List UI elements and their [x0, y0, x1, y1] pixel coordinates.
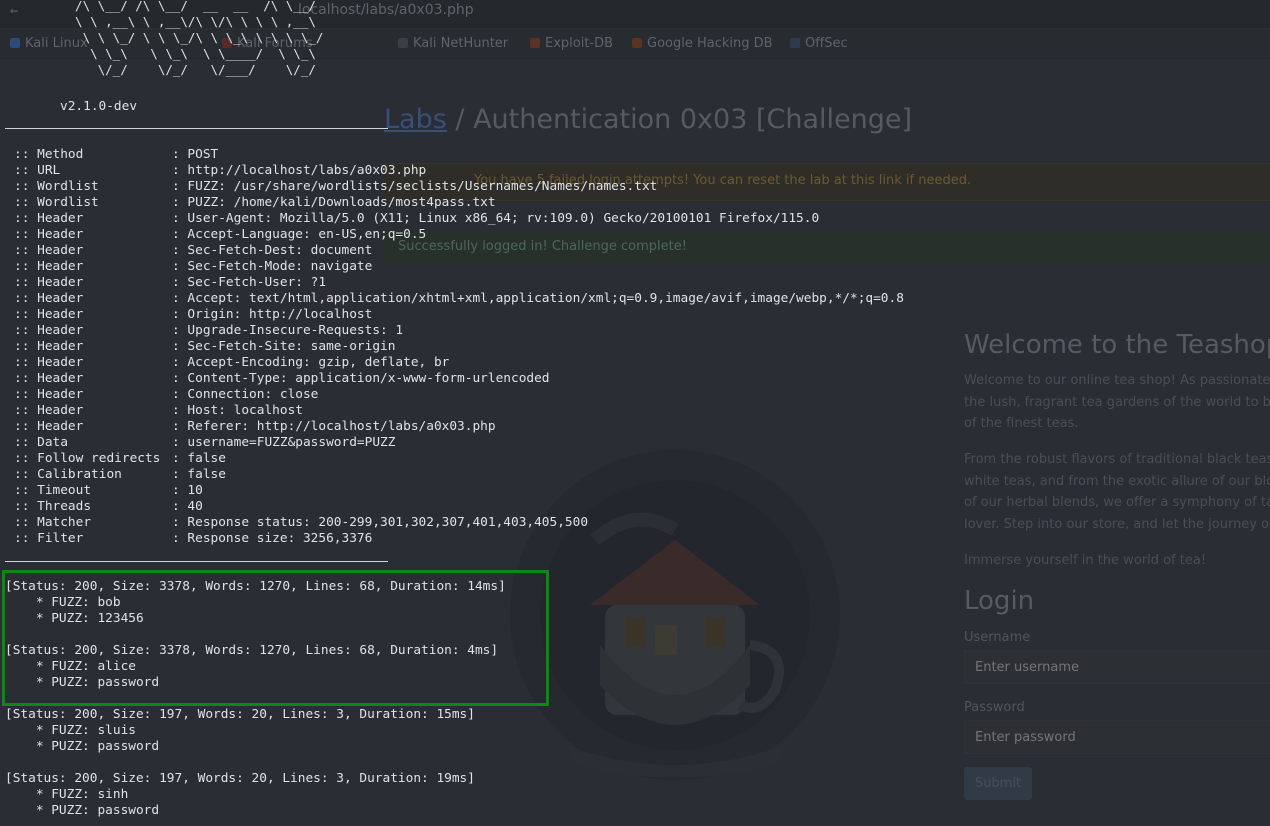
- config-key: :: Calibration: [14, 467, 122, 482]
- config-value: : Content-Type: application/x-www-form-u…: [172, 371, 550, 386]
- result-puzz: * PUZZ: 123456: [5, 611, 144, 626]
- config-key: :: Header: [14, 403, 84, 418]
- result-status: [Status: 200, Size: 197, Words: 20, Line…: [5, 771, 475, 786]
- config-value: : Accept: text/html,application/xhtml+xm…: [172, 291, 904, 306]
- config-key: :: Header: [14, 211, 84, 226]
- config-value: : PUZZ: /home/kali/Downloads/most4pass.t…: [172, 195, 496, 210]
- config-key: :: Header: [14, 387, 84, 402]
- config-value: : Sec-Fetch-Mode: navigate: [172, 259, 373, 274]
- result-fuzz: * FUZZ: sinh: [5, 787, 129, 802]
- result-puzz: * PUZZ: password: [5, 739, 160, 754]
- separator-line: [5, 561, 388, 562]
- config-value: : POST: [172, 147, 219, 162]
- config-key: :: Header: [14, 323, 84, 338]
- config-key: :: Wordlist: [14, 195, 99, 210]
- separator-line: [5, 128, 388, 129]
- config-value: : Sec-Fetch-Site: same-origin: [172, 339, 396, 354]
- config-value: : Referer: http://localhost/labs/a0x03.p…: [172, 419, 496, 434]
- config-key: :: Header: [14, 259, 84, 274]
- config-value: : User-Agent: Mozilla/5.0 (X11; Linux x8…: [172, 211, 820, 226]
- terminal-output: /\ \__/ /\ \__/ __ __ /\ \__/ \ \ ,__\ \…: [0, 0, 1270, 826]
- version-text: v2.1.0-dev: [60, 99, 138, 114]
- config-value: : Host: localhost: [172, 403, 303, 418]
- config-key: :: Header: [14, 307, 84, 322]
- config-key: :: Matcher: [14, 515, 92, 530]
- config-key: :: URL: [14, 163, 61, 178]
- config-value: : Accept-Encoding: gzip, deflate, br: [172, 355, 450, 370]
- config-value: : http://localhost/labs/a0x03.php: [172, 163, 427, 178]
- config-value: : 10: [172, 483, 203, 498]
- config-key: :: Timeout: [14, 483, 92, 498]
- result-puzz: * PUZZ: password: [5, 675, 160, 690]
- result-status: [Status: 200, Size: 3378, Words: 1270, L…: [5, 643, 499, 658]
- ffuf-ascii-banner: /\ \__/ /\ \__/ __ __ /\ \__/ \ \ ,__\ \…: [75, 0, 324, 77]
- config-value: : FUZZ: /usr/share/wordlists/seclists/Us…: [172, 179, 658, 194]
- result-status: [Status: 200, Size: 197, Words: 20, Line…: [5, 707, 475, 722]
- config-value: : Response size: 3256,3376: [172, 531, 373, 546]
- config-value: : username=FUZZ&password=PUZZ: [172, 435, 396, 450]
- config-value: : Sec-Fetch-User: ?1: [172, 275, 327, 290]
- config-value: : Response status: 200-299,301,302,307,4…: [172, 515, 589, 530]
- config-value: : Accept-Language: en-US,en;q=0.5: [172, 227, 427, 242]
- result-status: [Status: 200, Size: 3378, Words: 1270, L…: [5, 579, 506, 594]
- config-key: :: Method: [14, 147, 84, 162]
- config-value: : 40: [172, 499, 203, 514]
- result-fuzz: * FUZZ: alice: [5, 659, 136, 674]
- config-key: :: Data: [14, 435, 68, 450]
- config-key: :: Header: [14, 355, 84, 370]
- config-value: : Upgrade-Insecure-Requests: 1: [172, 323, 404, 338]
- result-fuzz: * FUZZ: bob: [5, 595, 121, 610]
- config-key: :: Header: [14, 291, 84, 306]
- config-key: :: Wordlist: [14, 179, 99, 194]
- config-key: :: Header: [14, 339, 84, 354]
- config-key: :: Filter: [14, 531, 84, 546]
- config-value: : false: [172, 467, 226, 482]
- config-key: :: Header: [14, 371, 84, 386]
- config-key: :: Header: [14, 419, 84, 434]
- config-key: :: Header: [14, 227, 84, 242]
- config-value: : false: [172, 451, 226, 466]
- result-fuzz: * FUZZ: sluis: [5, 723, 136, 738]
- config-key: :: Header: [14, 243, 84, 258]
- config-key: :: Header: [14, 275, 84, 290]
- config-key: :: Threads: [14, 499, 92, 514]
- config-key: :: Follow redirects: [14, 451, 161, 466]
- result-puzz: * PUZZ: password: [5, 803, 160, 818]
- config-value: : Origin: http://localhost: [172, 307, 373, 322]
- config-value: : Sec-Fetch-Dest: document: [172, 243, 373, 258]
- config-value: : Connection: close: [172, 387, 319, 402]
